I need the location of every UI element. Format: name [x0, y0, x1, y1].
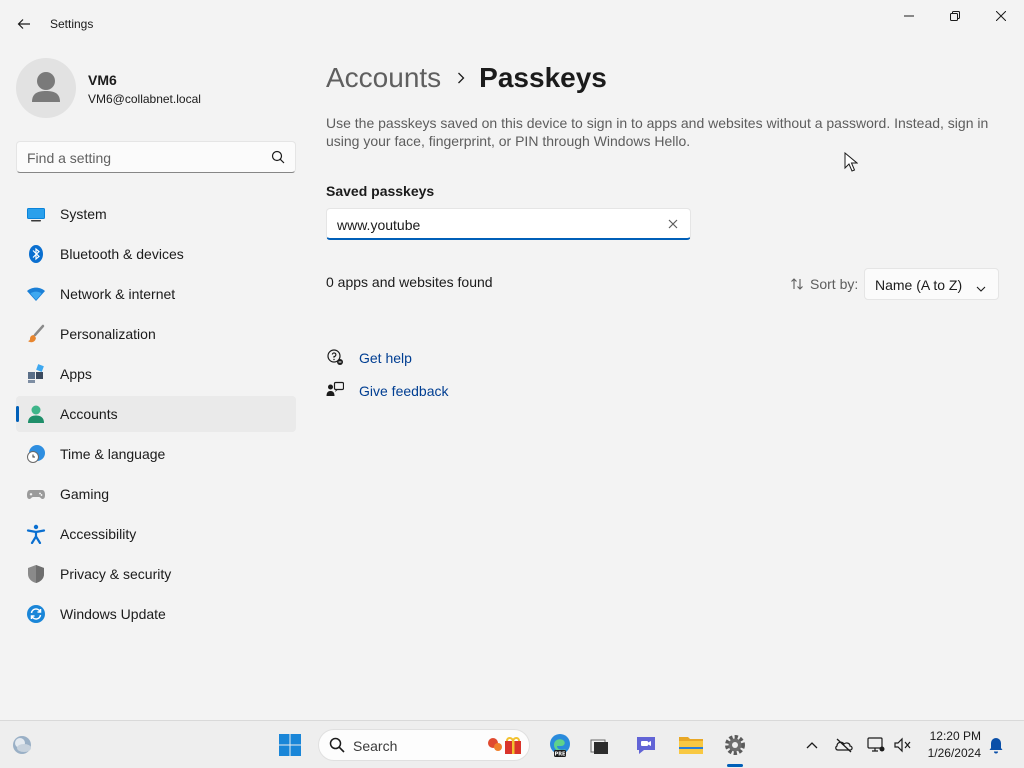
user-email: VM6@collabnet.local [88, 92, 201, 106]
get-help-link[interactable]: Get help [326, 346, 412, 370]
windows-logo-icon [279, 734, 301, 756]
sidebar-item-label: Accessibility [60, 526, 137, 542]
get-help-label[interactable]: Get help [359, 350, 412, 366]
page-title: Passkeys [479, 62, 607, 93]
bluetooth-icon [26, 244, 46, 264]
file-explorer-icon[interactable] [675, 729, 707, 761]
sidebar-item-personalization[interactable]: Personalization [16, 316, 296, 352]
sidebar-item-apps[interactable]: Apps [16, 356, 296, 392]
passkey-search-box[interactable] [326, 208, 691, 240]
back-arrow-icon [17, 19, 30, 29]
sidebar-item-label: Personalization [60, 326, 156, 342]
sort-arrows-icon [791, 278, 803, 290]
edge-beta-icon[interactable]: PRE [544, 729, 576, 761]
sidebar-item-label: Network & internet [60, 286, 176, 302]
search-icon[interactable] [271, 150, 285, 167]
gamepad-icon [26, 484, 46, 504]
svg-text:PRE: PRE [555, 752, 567, 758]
search-icon [329, 737, 345, 756]
sort-label: Sort by: [790, 276, 858, 292]
teams-chat-icon[interactable] [630, 729, 662, 761]
give-feedback-label[interactable]: Give feedback [359, 383, 449, 399]
taskbar-search-label: Search [353, 738, 398, 754]
sidebar-item-bluetooth-devices[interactable]: Bluetooth & devices [16, 236, 296, 272]
sidebar-item-gaming[interactable]: Gaming [16, 476, 296, 512]
network-icon[interactable] [866, 735, 886, 755]
sidebar-item-time-language[interactable]: Time & language [16, 436, 296, 472]
avatar [16, 58, 76, 118]
clear-icon [668, 219, 678, 229]
taskbar-search[interactable]: Search [318, 729, 530, 761]
close-icon [996, 11, 1006, 21]
feedback-icon [326, 381, 345, 402]
clock-time: 12:20 PM [929, 729, 981, 743]
sidebar-item-windows-update[interactable]: Windows Update [16, 596, 296, 632]
system-icon [26, 204, 46, 224]
accessibility-icon [26, 524, 46, 544]
windows-update-icon [26, 604, 46, 624]
results-count: 0 apps and websites found [326, 274, 493, 290]
saved-passkeys-heading: Saved passkeys [326, 183, 435, 199]
chevron-right-icon [457, 72, 465, 84]
minimize-icon [904, 15, 914, 17]
minimize-button[interactable] [886, 0, 932, 32]
gift-highlight-icon [485, 734, 525, 759]
sidebar-item-system[interactable]: System [16, 196, 296, 232]
sidebar-item-accounts[interactable]: Accounts [16, 396, 296, 432]
sidebar-item-label: Windows Update [60, 606, 166, 622]
clock-globe-icon [26, 444, 46, 464]
sidebar-item-accessibility[interactable]: Accessibility [16, 516, 296, 552]
paintbrush-icon [26, 324, 46, 344]
sidebar-item-label: Accounts [60, 406, 118, 422]
find-setting-search[interactable] [16, 141, 296, 173]
sidebar-item-label: Time & language [60, 446, 166, 462]
sidebar-nav: System Bluetooth & devices Network & int… [16, 196, 296, 636]
gear-icon [725, 735, 745, 755]
wifi-icon [26, 284, 46, 304]
user-profile[interactable]: VM6 VM6@collabnet.local [16, 58, 296, 118]
page-description: Use the passkeys saved on this device to… [326, 115, 989, 149]
breadcrumb: Accounts Passkeys [326, 58, 607, 98]
close-button[interactable] [978, 0, 1024, 32]
chevron-down-icon [976, 280, 986, 296]
notification-bell-icon[interactable] [986, 735, 1006, 755]
volume-muted-icon[interactable] [892, 735, 912, 755]
breadcrumb-parent-link[interactable]: Accounts [326, 62, 441, 94]
title-bar: Settings [0, 0, 1024, 48]
mouse-cursor-icon [844, 151, 859, 175]
restore-button[interactable] [932, 0, 978, 32]
user-name: VM6 [88, 72, 117, 88]
active-app-indicator [727, 764, 743, 767]
apps-icon [26, 364, 46, 384]
start-button[interactable] [274, 729, 306, 761]
app-title: Settings [50, 17, 94, 31]
show-hidden-icons-chevron-icon[interactable] [802, 735, 822, 755]
sidebar-item-privacy-security[interactable]: Privacy & security [16, 556, 296, 592]
settings-app-icon[interactable] [719, 729, 751, 761]
clock-date: 1/26/2024 [927, 746, 981, 760]
sort-label-text: Sort by: [810, 276, 859, 292]
onedrive-offline-icon[interactable] [834, 735, 854, 755]
taskbar: Search PRE 12:20 PM 1/26/2024 [0, 720, 1024, 768]
sort-dropdown-value: Name (A to Z) [875, 277, 963, 293]
task-view-icon[interactable] [584, 729, 616, 761]
clear-search-button[interactable] [664, 215, 682, 233]
sidebar-item-label: Bluetooth & devices [60, 246, 184, 262]
user-avatar-icon [32, 72, 60, 102]
sidebar-item-label: System [60, 206, 107, 222]
help-icon [326, 348, 344, 369]
give-feedback-link[interactable]: Give feedback [326, 379, 449, 403]
passkey-search-input[interactable] [337, 215, 657, 235]
sidebar-item-label: Gaming [60, 486, 110, 502]
accounts-icon [26, 404, 46, 424]
sort-dropdown[interactable]: Name (A to Z) [864, 268, 999, 300]
widgets-weather-icon[interactable] [6, 729, 38, 761]
sidebar-item-network-internet[interactable]: Network & internet [16, 276, 296, 312]
shield-icon [26, 564, 46, 584]
restore-icon [950, 11, 960, 21]
find-setting-input[interactable] [27, 148, 257, 168]
back-button[interactable] [10, 10, 38, 38]
sidebar-item-label: Privacy & security [60, 566, 172, 582]
sidebar-item-label: Apps [60, 366, 92, 382]
